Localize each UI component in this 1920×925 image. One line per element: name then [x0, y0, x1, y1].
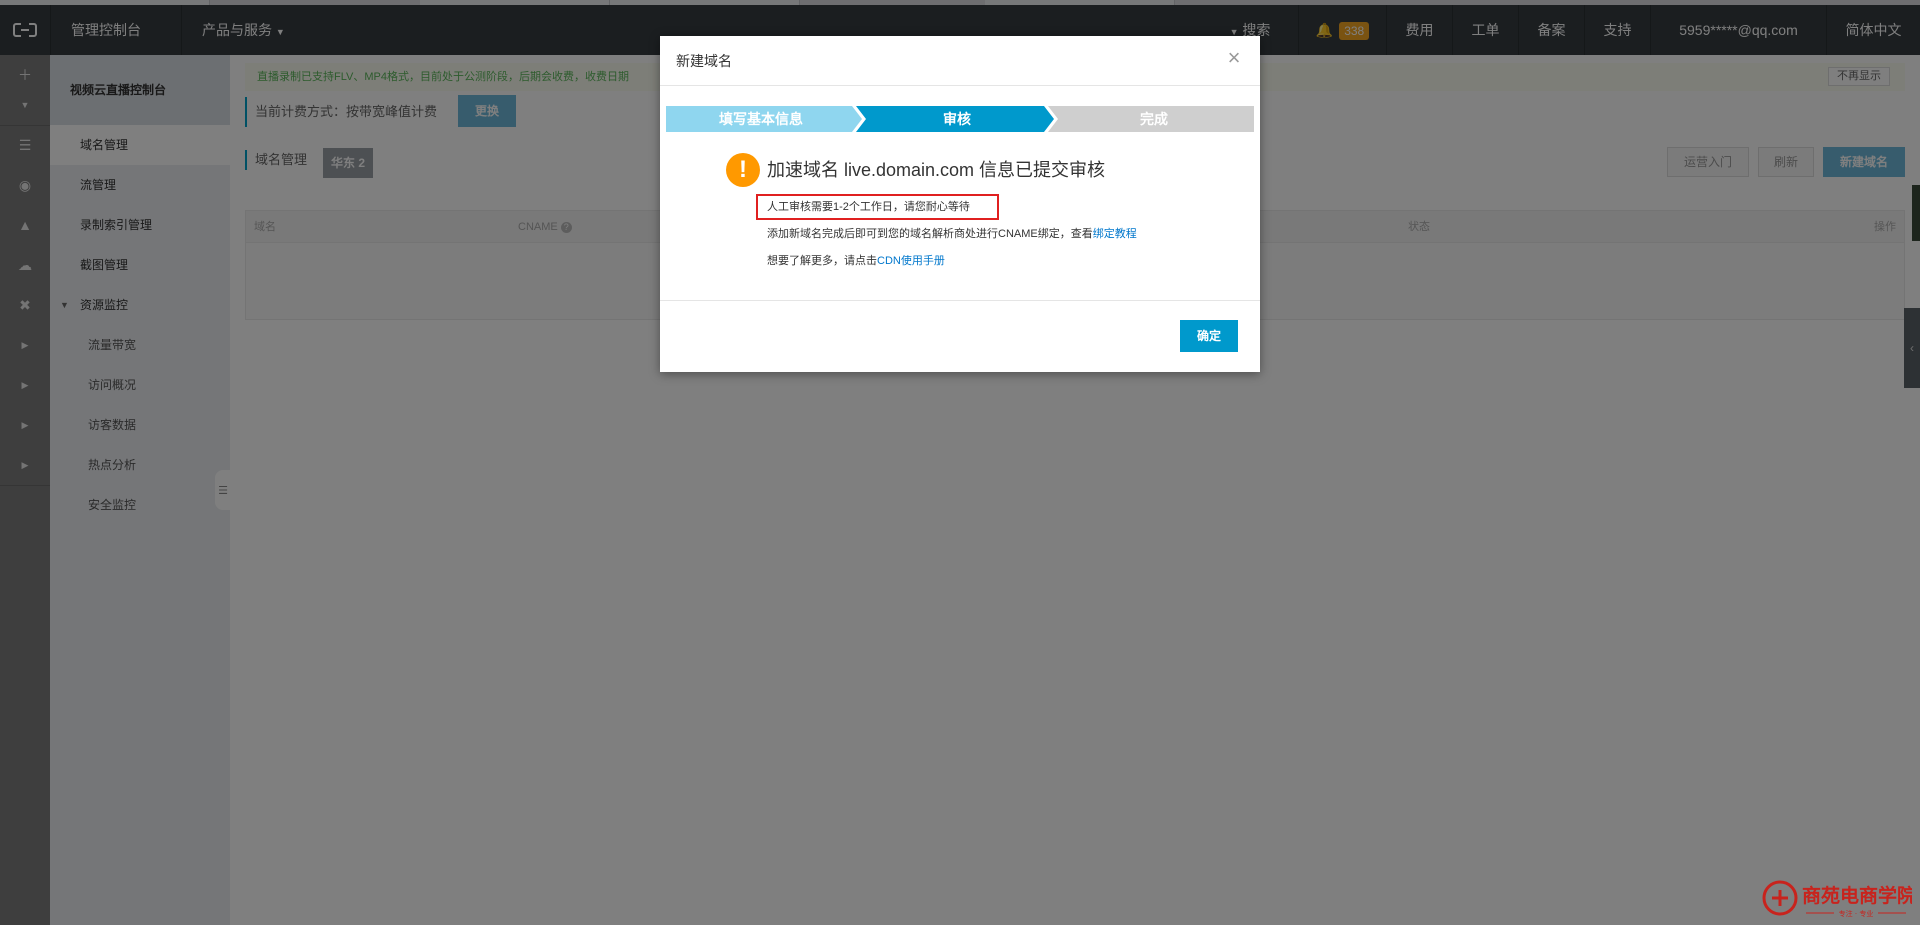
new-domain-dialog: 新建域名 × 填写基本信息 审核 完成 ! 加速域名 live.domain.c… — [660, 36, 1260, 372]
dialog-footer-divider — [660, 300, 1260, 301]
more-info-text: 想要了解更多，请点击 — [767, 255, 877, 267]
step-basic-info: 填写基本信息 — [719, 111, 803, 127]
dialog-heading: 加速域名 live.domain.com 信息已提交审核 — [767, 160, 1106, 180]
step-complete: 完成 — [1140, 111, 1168, 127]
brand-watermark-logo: 商苑电商学院 专注 · 专业 — [1762, 876, 1916, 921]
step-review: 审核 — [943, 111, 971, 127]
confirm-button[interactable]: 确定 — [1180, 320, 1238, 352]
warning-icon: ! — [726, 153, 760, 187]
close-icon[interactable]: × — [1224, 47, 1244, 69]
review-note: 人工审核需要1-2个工作日，请您耐心等待 — [767, 201, 970, 213]
more-info: 想要了解更多，请点击CDN使用手册 — [767, 252, 945, 270]
dialog-title: 新建域名 — [660, 36, 1260, 86]
cname-instruction-text: 添加新域名完成后即可到您的域名解析商处进行CNAME绑定，查看 — [767, 228, 1093, 240]
svg-text:商苑电商学院: 商苑电商学院 — [1802, 884, 1912, 907]
binding-tutorial-link[interactable]: 绑定教程 — [1093, 228, 1137, 240]
svg-text:专注 · 专业: 专注 · 专业 — [1839, 909, 1874, 918]
cname-instruction: 添加新域名完成后即可到您的域名解析商处进行CNAME绑定，查看绑定教程 — [767, 225, 1137, 243]
cdn-manual-link[interactable]: CDN使用手册 — [877, 255, 945, 267]
step-progress: 填写基本信息 审核 完成 — [666, 106, 1254, 132]
